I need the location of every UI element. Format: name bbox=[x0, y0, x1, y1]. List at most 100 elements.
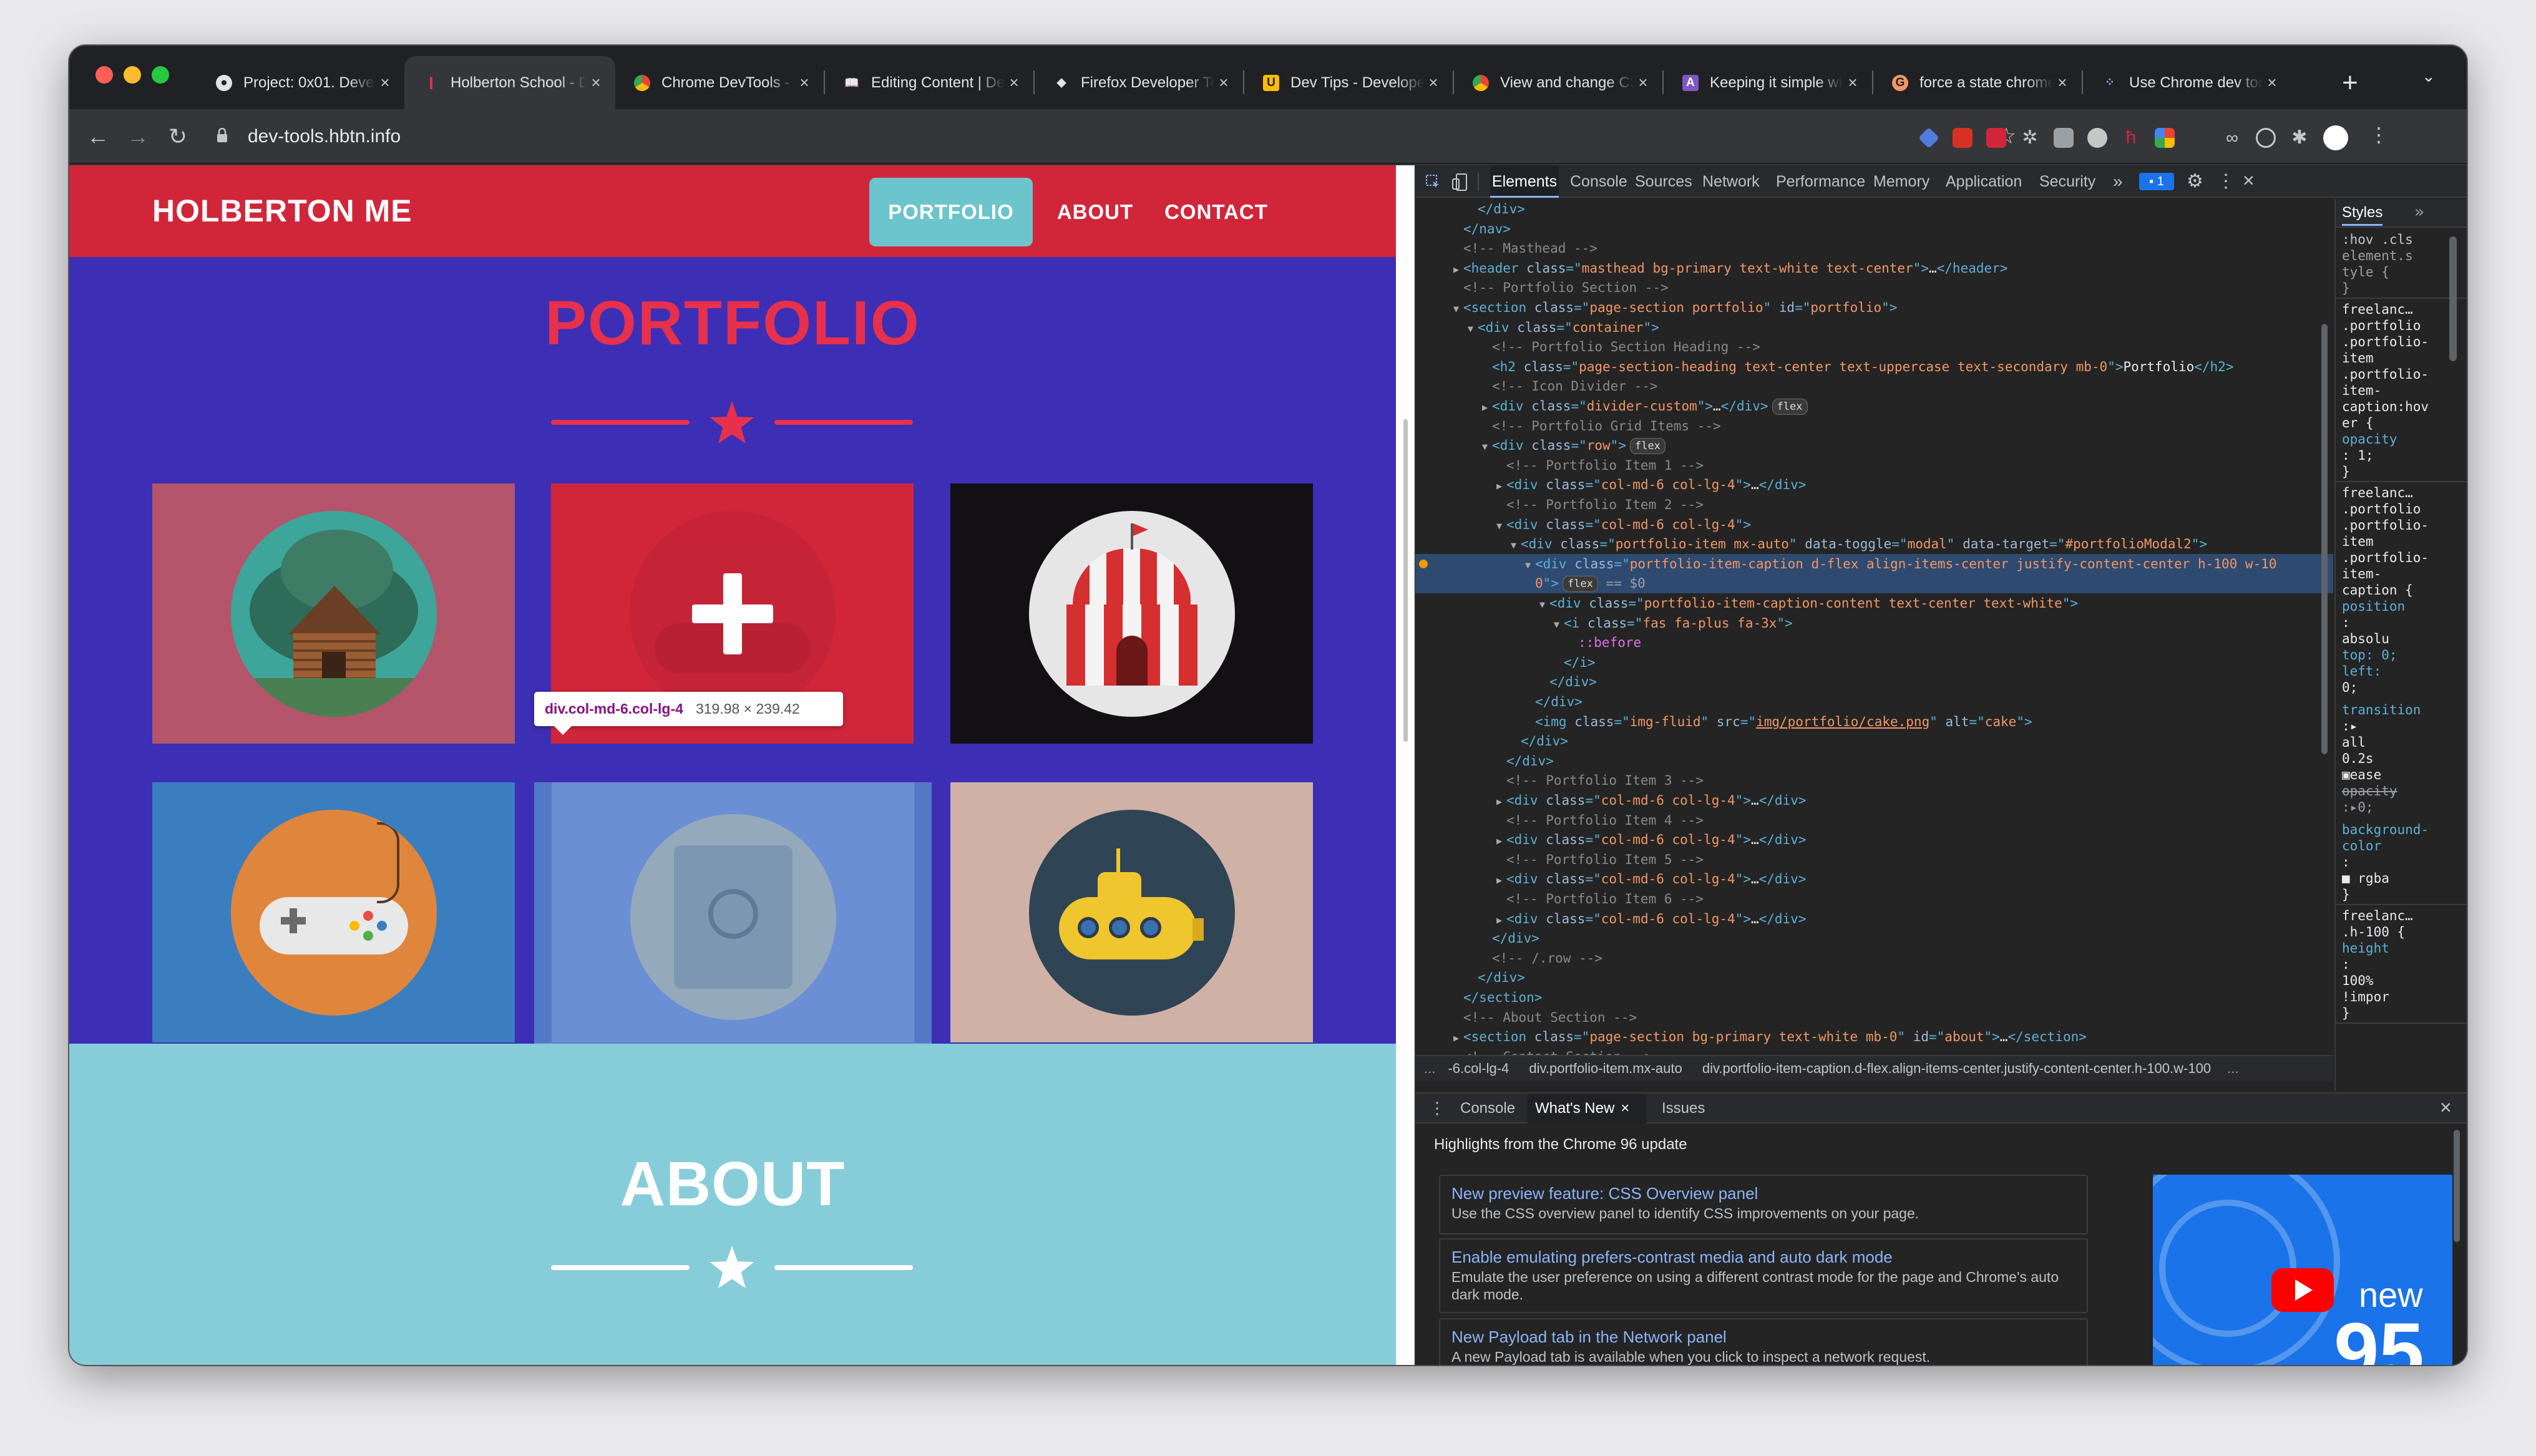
device-toolbar-icon[interactable] bbox=[1451, 173, 1469, 192]
close-tab-icon[interactable]: × bbox=[2263, 73, 2281, 92]
close-tab-icon[interactable]: × bbox=[795, 73, 814, 92]
style-rule-line[interactable]: freelanc… bbox=[2342, 301, 2413, 318]
card-title[interactable]: Enable emulating prefers-contrast media … bbox=[1451, 1246, 2075, 1268]
tab-holberton[interactable]: ❙ Holberton School - Dev× bbox=[404, 56, 615, 109]
style-rule-line[interactable]: } bbox=[2342, 886, 2350, 903]
style-rule-line[interactable]: :hov .cls bbox=[2342, 231, 2413, 248]
style-rule-line[interactable]: freelanc… bbox=[2342, 485, 2413, 501]
style-rule-line[interactable]: all bbox=[2342, 734, 2366, 750]
dom-node-line[interactable]: ::before bbox=[1415, 633, 2333, 653]
settings-gear-icon[interactable]: ⚙ bbox=[2187, 170, 2203, 192]
whats-new-card[interactable]: New preview feature: CSS Overview panel … bbox=[1439, 1175, 2088, 1235]
flex-badge[interactable]: flex bbox=[1562, 576, 1598, 593]
portfolio-item-submarine[interactable] bbox=[950, 782, 1313, 1042]
expand-toggle-icon[interactable]: ▼ bbox=[1554, 614, 1564, 634]
style-rule-line[interactable]: .portfolio- bbox=[2342, 366, 2429, 382]
close-tab-icon[interactable]: × bbox=[2053, 73, 2072, 92]
expand-toggle-icon[interactable]: ▼ bbox=[1468, 319, 1478, 339]
style-rule-line[interactable]: item bbox=[2342, 350, 2374, 366]
whats-new-card[interactable]: Enable emulating prefers-contrast media … bbox=[1439, 1238, 2088, 1313]
dom-node-line[interactable]: </nav> bbox=[1415, 219, 2333, 239]
style-rule-line[interactable]: } bbox=[2342, 280, 2350, 296]
dom-node-line[interactable]: <!-- /.row --> bbox=[1415, 948, 2333, 968]
dom-node-line[interactable]: ▶ <div class="col-md-6 col-lg-4">…</div> bbox=[1415, 790, 2333, 810]
dom-node-line[interactable]: ▶ <section class="page-section bg-primary… bbox=[1415, 1027, 2333, 1047]
style-rule-line[interactable]: transition bbox=[2342, 702, 2421, 718]
tab-sources[interactable]: Sources bbox=[1635, 165, 1692, 198]
flex-badge[interactable]: flex bbox=[1772, 399, 1808, 415]
style-rule-line[interactable]: 100% bbox=[2342, 973, 2374, 989]
dom-node-line[interactable]: <!-- About Section --> bbox=[1415, 1007, 2333, 1027]
style-rule-line[interactable]: element.s bbox=[2342, 248, 2413, 264]
drawer-scrollbar[interactable] bbox=[2454, 1130, 2460, 1242]
style-rule-line[interactable]: : bbox=[2342, 854, 2350, 870]
style-rule-line[interactable]: :▸ bbox=[2342, 718, 2358, 734]
style-rule-line[interactable]: item- bbox=[2342, 566, 2381, 582]
style-rule-line[interactable]: 0; bbox=[2342, 679, 2358, 696]
page-scrollbar[interactable] bbox=[1396, 165, 1415, 1365]
dom-tree-scrollbar[interactable] bbox=[2321, 324, 2328, 754]
dom-node-line[interactable]: ▼ <section class="page-section portfolio"… bbox=[1415, 298, 2333, 318]
style-rule-line[interactable]: item- bbox=[2342, 382, 2381, 399]
devtools-menu-icon[interactable]: ⋮ bbox=[2217, 170, 2235, 192]
tab-view-change-css[interactable]: View and change CSS× bbox=[1454, 56, 1662, 109]
extensions-puzzle-icon[interactable]: ✱ bbox=[2290, 128, 2309, 148]
dom-node-line[interactable]: </section> bbox=[1415, 988, 2333, 1007]
extension-grey-icon[interactable] bbox=[2054, 128, 2074, 148]
tab-memory[interactable]: Memory bbox=[1873, 165, 1929, 198]
dom-node-line[interactable]: </i> bbox=[1415, 653, 2333, 672]
style-rule-line[interactable]: .portfolio- bbox=[2342, 550, 2429, 566]
style-rule-line[interactable]: er { bbox=[2342, 415, 2374, 431]
extension-glasses-icon[interactable]: ∞ bbox=[2222, 128, 2242, 148]
maximize-window-button[interactable] bbox=[152, 66, 169, 84]
dom-node-line[interactable]: </div> bbox=[1415, 199, 2333, 219]
style-rule-line[interactable]: item bbox=[2342, 533, 2374, 550]
tab-console[interactable]: Console bbox=[1570, 165, 1627, 198]
tab-editing-content[interactable]: 📖 Editing Content | DevTools× bbox=[825, 56, 1033, 109]
close-tab-icon[interactable]: × bbox=[1621, 1100, 1629, 1117]
style-rule-line[interactable]: : 1; bbox=[2342, 447, 2374, 463]
dom-node-line[interactable]: </div> bbox=[1415, 751, 2333, 771]
tab-elements[interactable]: Elements bbox=[1490, 165, 1559, 198]
more-panes-icon[interactable]: » bbox=[2414, 203, 2424, 221]
close-tab-icon[interactable]: × bbox=[1424, 73, 1443, 92]
dom-node-line[interactable]: ▶ <div class="col-md-6 col-lg-4">…</div> bbox=[1415, 869, 2333, 889]
tab-performance[interactable]: Performance bbox=[1776, 165, 1865, 198]
dom-node-line[interactable]: <!-- Masthead --> bbox=[1415, 238, 2333, 258]
extension-circle-icon[interactable] bbox=[2087, 128, 2107, 148]
expand-toggle-icon[interactable]: ▶ bbox=[1496, 910, 1506, 930]
address-bar[interactable]: dev-tools.hbtn.info ⇪ ☆ bbox=[204, 115, 2051, 158]
breadcrumb-item-selected[interactable]: div.portfolio-item-caption.d-flex.align-… bbox=[1702, 1060, 2211, 1076]
dom-node-line[interactable]: ▼ <div class="portfolio-item mx-auto" dat… bbox=[1415, 534, 2333, 554]
card-title[interactable]: New preview feature: CSS Overview panel bbox=[1451, 1182, 2075, 1205]
dom-node-line[interactable]: ▶ <div class="col-md-6 col-lg-4">…</div> bbox=[1415, 475, 2333, 495]
style-rule-line[interactable]: background- bbox=[2342, 822, 2429, 838]
dom-node-line[interactable]: </div> bbox=[1415, 968, 2333, 988]
style-rule-line[interactable]: opacity bbox=[2342, 783, 2397, 799]
tab-security[interactable]: Security bbox=[2039, 165, 2095, 198]
dom-node-line[interactable]: <!-- Portfolio Grid Items --> bbox=[1415, 416, 2333, 436]
close-tab-icon[interactable]: × bbox=[1634, 73, 1652, 92]
expand-toggle-icon[interactable]: ▶ bbox=[1496, 792, 1506, 812]
dom-node-line[interactable]: ▼ <div class="col-md-6 col-lg-4"> bbox=[1415, 515, 2333, 535]
expand-toggle-icon[interactable]: ▶ bbox=[1453, 1028, 1463, 1048]
style-rule-line[interactable]: : bbox=[2342, 956, 2350, 973]
style-rule-line[interactable]: } bbox=[2342, 463, 2350, 480]
style-rule-line[interactable]: tyle { bbox=[2342, 264, 2389, 280]
style-rule-line[interactable]: height bbox=[2342, 940, 2389, 956]
tab-chrome-devtools[interactable]: Chrome DevTools - Chrome× bbox=[615, 56, 824, 109]
drawer-tab-console[interactable]: Console bbox=[1453, 1094, 1523, 1124]
expand-toggle-icon[interactable]: ▼ bbox=[1482, 437, 1492, 457]
site-brand[interactable]: HOLBERTON ME bbox=[152, 193, 412, 229]
dom-tree[interactable]: </div> </nav> <!-- Masthead --> ▶ <header cl… bbox=[1415, 199, 2333, 1091]
style-rule-line[interactable]: :▸0; bbox=[2342, 799, 2374, 815]
expand-toggle-icon[interactable]: ▶ bbox=[1496, 870, 1506, 890]
whats-new-card[interactable]: New Payload tab in the Network panel A n… bbox=[1439, 1318, 2088, 1365]
extension-colors-icon[interactable] bbox=[2155, 128, 2175, 148]
close-tab-icon[interactable]: × bbox=[587, 73, 605, 92]
style-rule-line[interactable]: color bbox=[2342, 838, 2381, 854]
tab-use-chrome-dev[interactable]: ⁘ Use Chrome dev tools × bbox=[2083, 56, 2291, 109]
dom-node-line[interactable]: </div> bbox=[1415, 692, 2333, 712]
nav-portfolio[interactable]: PORTFOLIO bbox=[869, 178, 1033, 246]
dom-node-line[interactable]: <!-- Portfolio Item 4 --> bbox=[1415, 810, 2333, 830]
